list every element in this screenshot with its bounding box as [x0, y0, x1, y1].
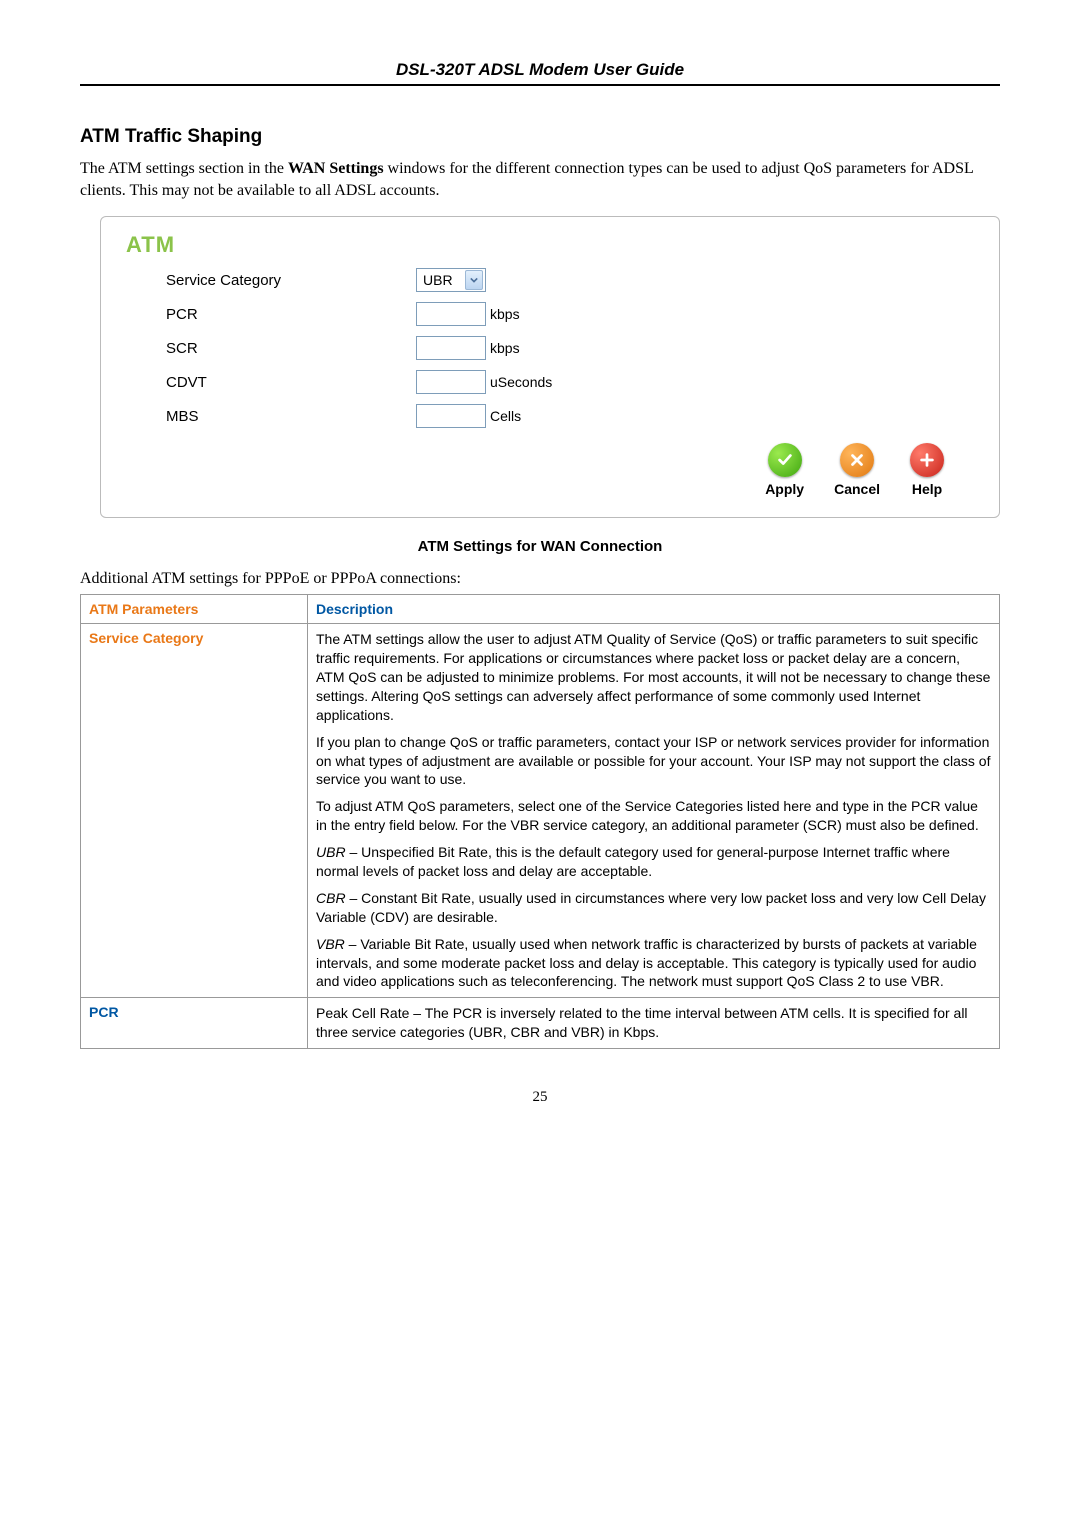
x-icon — [840, 443, 874, 477]
atm-panel-title: ATM — [126, 232, 974, 258]
sc-ubr: UBR – Unspecified Bit Rate, this is the … — [316, 843, 991, 881]
vbr-rest: – Variable Bit Rate, usually used when n… — [316, 936, 977, 990]
mbs-input[interactable] — [416, 404, 486, 428]
cbr-rest: – Constant Bit Rate, usually used in cir… — [316, 890, 986, 925]
service-category-value: UBR — [423, 272, 453, 288]
help-label: Help — [912, 481, 942, 497]
ubr-rest: – Unspecified Bit Rate, this is the defa… — [316, 844, 950, 879]
apply-button[interactable]: Apply — [765, 443, 804, 497]
param-pcr: PCR — [81, 998, 308, 1049]
sc-vbr: VBR – Variable Bit Rate, usually used wh… — [316, 935, 991, 992]
service-category-select[interactable]: UBR — [416, 268, 486, 292]
plus-icon — [910, 443, 944, 477]
scr-input[interactable] — [416, 336, 486, 360]
check-icon — [768, 443, 802, 477]
sc-paragraph-1: The ATM settings allow the user to adjus… — [316, 630, 991, 724]
section-title: ATM Traffic Shaping — [80, 126, 1000, 148]
cancel-label: Cancel — [834, 481, 880, 497]
page-number: 25 — [80, 1089, 1000, 1106]
apply-label: Apply — [765, 481, 804, 497]
button-row: Apply Cancel Help — [126, 443, 944, 497]
label-scr: SCR — [126, 340, 416, 357]
label-service-category: Service Category — [126, 272, 416, 289]
row-pcr-desc: PCR Peak Cell Rate – The PCR is inversel… — [81, 998, 1000, 1049]
param-service-category: Service Category — [81, 624, 308, 998]
row-pcr: PCR kbps — [126, 302, 974, 326]
desc-service-category: The ATM settings allow the user to adjus… — [308, 624, 1000, 998]
label-cdvt: CDVT — [126, 374, 416, 391]
row-mbs: MBS Cells — [126, 404, 974, 428]
cbr-em: CBR — [316, 890, 346, 906]
row-service-category-desc: Service Category The ATM settings allow … — [81, 624, 1000, 998]
pcr-input[interactable] — [416, 302, 486, 326]
row-cdvt: CDVT uSeconds — [126, 370, 974, 394]
intro-text-prefix: The ATM settings section in the — [80, 160, 288, 177]
subtext: Additional ATM settings for PPPoE or PPP… — [80, 570, 1000, 588]
intro-paragraph: The ATM settings section in the WAN Sett… — [80, 158, 1000, 201]
help-button[interactable]: Help — [910, 443, 944, 497]
table-header-row: ATM Parameters Description — [81, 595, 1000, 624]
th-atm-parameters: ATM Parameters — [81, 595, 308, 624]
unit-pcr: kbps — [490, 306, 520, 322]
sc-paragraph-2: If you plan to change QoS or traffic par… — [316, 733, 991, 790]
unit-scr: kbps — [490, 340, 520, 356]
unit-cdvt: uSeconds — [490, 374, 552, 390]
desc-pcr: Peak Cell Rate – The PCR is inversely re… — [308, 998, 1000, 1049]
intro-bold: WAN Settings — [288, 160, 384, 177]
vbr-em: VBR — [316, 936, 345, 952]
pcr-paragraph: Peak Cell Rate – The PCR is inversely re… — [316, 1004, 991, 1042]
page-header: DSL-320T ADSL Modem User Guide — [80, 60, 1000, 86]
unit-mbs: Cells — [490, 408, 521, 424]
figure-caption: ATM Settings for WAN Connection — [80, 538, 1000, 555]
label-pcr: PCR — [126, 306, 416, 323]
sc-paragraph-3: To adjust ATM QoS parameters, select one… — [316, 797, 991, 835]
sc-cbr: CBR – Constant Bit Rate, usually used in… — [316, 889, 991, 927]
cdvt-input[interactable] — [416, 370, 486, 394]
label-mbs: MBS — [126, 408, 416, 425]
atm-parameters-table: ATM Parameters Description Service Categ… — [80, 594, 1000, 1049]
atm-settings-panel: ATM Service Category UBR PCR kbps SCR kb… — [100, 216, 1000, 518]
row-scr: SCR kbps — [126, 336, 974, 360]
chevron-down-icon — [465, 270, 483, 290]
ubr-em: UBR — [316, 844, 346, 860]
row-service-category: Service Category UBR — [126, 268, 974, 292]
cancel-button[interactable]: Cancel — [834, 443, 880, 497]
th-description: Description — [308, 595, 1000, 624]
